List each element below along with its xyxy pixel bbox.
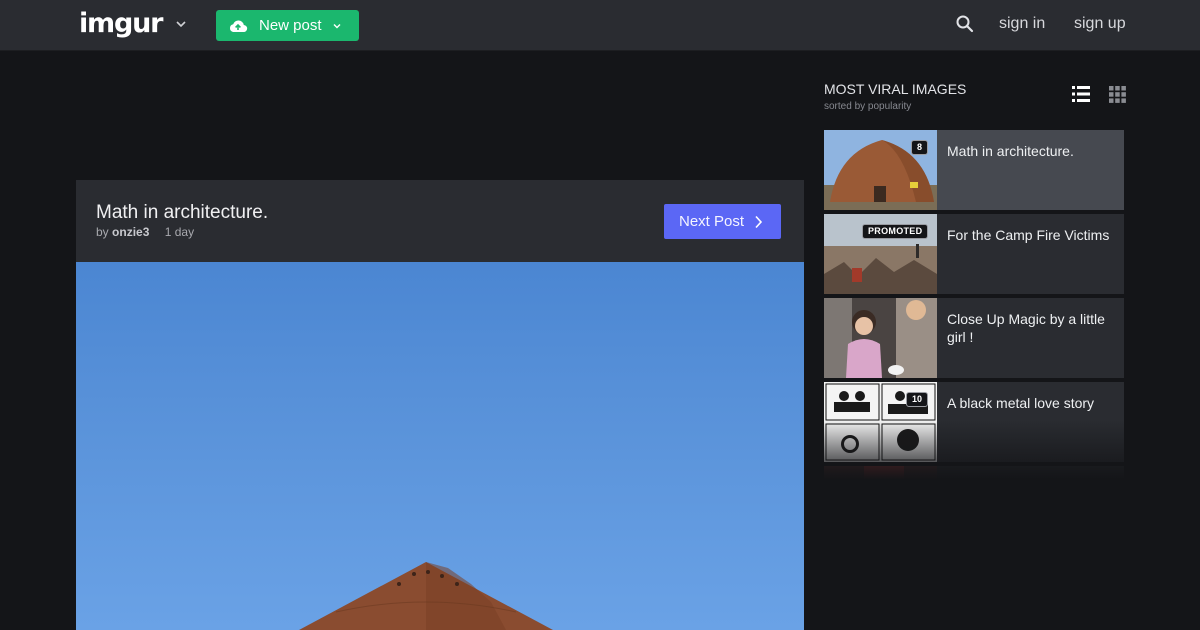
image-count-badge: 8 <box>910 140 928 155</box>
sidebar-subtitle: sorted by popularity <box>824 101 912 112</box>
gallery-item[interactable]: Close Up Magic by a little girl ! <box>824 298 1124 378</box>
sign-in-link[interactable]: sign in <box>999 15 1045 33</box>
dome-building-image <box>299 562 553 630</box>
image-count-badge: 10 <box>905 392 928 407</box>
post-age: 1 day <box>164 225 195 239</box>
grid-view-icon[interactable] <box>1109 86 1126 108</box>
next-post-label: Next Post <box>679 213 745 230</box>
post-header: Math in architecture. by onzie3 1 day Ne… <box>76 180 804 262</box>
cloud-upload-icon <box>228 19 248 33</box>
by-label: by <box>96 225 109 239</box>
gallery-item[interactable]: PROMOTED For the Camp Fire Victims <box>824 214 1124 294</box>
card-title: A black metal love story <box>947 395 1095 411</box>
promoted-badge: PROMOTED <box>862 224 929 239</box>
post-image[interactable] <box>76 262 804 630</box>
post-title: Math in architecture. <box>96 202 269 223</box>
sidebar-title: MOST VIRAL IMAGES <box>824 81 967 97</box>
thumbnail-image: 10 <box>824 382 937 462</box>
list-view-icon[interactable] <box>1072 86 1090 107</box>
thumbnail-image: PROMOTED <box>824 214 937 294</box>
post-container: Math in architecture. by onzie3 1 day Ne… <box>76 180 804 630</box>
gallery-item[interactable] <box>824 466 1124 480</box>
post-meta: by onzie3 1 day <box>96 225 194 239</box>
chevron-down-icon <box>332 21 342 31</box>
new-post-button[interactable]: New post <box>216 10 359 41</box>
thumbnail-image <box>824 298 937 378</box>
imgur-logo[interactable]: imgur <box>79 9 163 39</box>
next-post-button[interactable]: Next Post <box>664 204 781 239</box>
card-title: Math in architecture. <box>947 143 1074 159</box>
thumbnail-image <box>824 466 937 480</box>
author-link[interactable]: onzie3 <box>112 225 149 239</box>
thumbnail-image: 8 <box>824 130 937 210</box>
sign-up-link[interactable]: sign up <box>1074 15 1126 33</box>
search-icon[interactable] <box>955 14 975 39</box>
card-title: For the Camp Fire Victims <box>947 227 1110 243</box>
chevron-down-icon[interactable] <box>175 17 187 35</box>
chevron-right-icon <box>754 215 763 229</box>
card-title: Close Up Magic by a little girl ! <box>947 311 1105 345</box>
top-nav-bar: imgur New post sign in sign up <box>0 0 1200 51</box>
gallery-item[interactable]: 8 Math in architecture. <box>824 130 1124 210</box>
new-post-label: New post <box>259 17 322 34</box>
gallery-item[interactable]: 10 A black metal love story <box>824 382 1124 462</box>
